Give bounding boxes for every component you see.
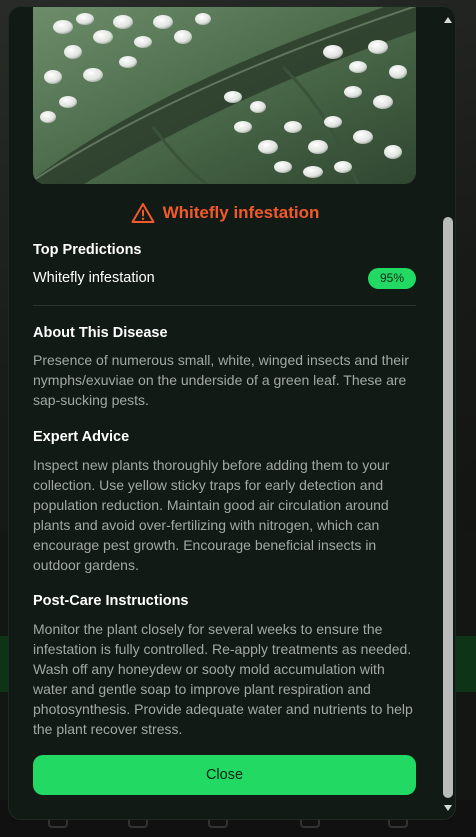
modal-scroll-content[interactable]: Whitefly infestation Top Predictions Whi…	[9, 7, 441, 819]
scrollbar-thumb[interactable]	[443, 217, 453, 798]
diagnosis-title: Whitefly infestation	[162, 203, 320, 222]
close-button[interactable]: Close	[33, 755, 416, 795]
post-care-text: Monitor the plant closely for several we…	[33, 621, 413, 737]
about-heading: About This Disease	[33, 325, 168, 341]
prediction-row: Whitefly infestation 95%	[33, 268, 416, 290]
section-divider	[33, 305, 416, 306]
diagnosis-modal: Whitefly infestation Top Predictions Whi…	[9, 7, 455, 819]
prediction-label: Whitefly infestation	[33, 270, 155, 286]
top-predictions-heading: Top Predictions	[33, 242, 142, 258]
leaf-photo	[33, 7, 416, 184]
expert-advice-heading: Expert Advice	[33, 429, 130, 445]
warning-triangle-icon	[131, 203, 155, 223]
post-care-heading: Post-Care Instructions	[33, 593, 189, 609]
confidence-badge: 95%	[368, 268, 416, 289]
about-text: Presence of numerous small, white, winge…	[33, 352, 409, 408]
diagnosis-title-row: Whitefly infestation	[9, 200, 441, 226]
scroll-up-arrow-icon[interactable]	[444, 17, 452, 23]
expert-advice-text: Inspect new plants thoroughly before add…	[33, 457, 390, 573]
scrollbar[interactable]	[441, 7, 455, 819]
scroll-down-arrow-icon[interactable]	[444, 805, 452, 811]
